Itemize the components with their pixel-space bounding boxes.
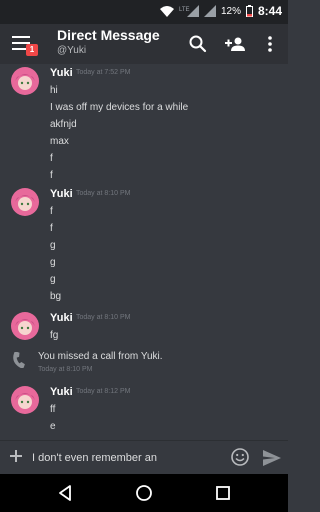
message-timestamp: Today at 8:10 PM: [76, 190, 131, 197]
message-author[interactable]: Yuki: [50, 386, 73, 398]
avatar-icon[interactable]: [11, 67, 39, 95]
back-icon[interactable]: [56, 484, 74, 502]
message-text: f: [50, 153, 53, 164]
svg-text:LTE: LTE: [179, 7, 190, 13]
add-user-icon[interactable]: [224, 32, 248, 56]
status-icons: LTE 12% 8:44: [159, 4, 282, 18]
message-text: f: [50, 170, 53, 181]
clock: 8:44: [257, 4, 282, 18]
avatar-icon[interactable]: [11, 188, 39, 216]
battery-percent: 12%: [220, 5, 241, 17]
signal-icon: [203, 5, 216, 17]
app-bar: 1 Direct Message @Yuki: [0, 24, 288, 64]
home-icon[interactable]: [135, 484, 153, 502]
message-list[interactable]: Yuki Today at 7:52 PM hi I was off my de…: [0, 64, 288, 440]
missed-call-text: You missed a call from Yuki.: [38, 351, 163, 362]
system-message-missed-call: You missed a call from Yuki. Today at 8:…: [0, 349, 288, 379]
message-timestamp: Today at 8:10 PM: [76, 314, 131, 321]
message-composer: [0, 440, 288, 474]
notification-badge: 1: [26, 44, 38, 56]
send-icon[interactable]: [262, 448, 282, 468]
status-bar: LTE 12% 8:44: [0, 0, 288, 24]
message-timestamp: Today at 7:52 PM: [76, 69, 131, 76]
system-nav-bar: [0, 474, 288, 512]
battery-icon: [245, 5, 253, 17]
message-text: g: [50, 240, 56, 251]
message-text: g: [50, 274, 56, 285]
message-text: fg: [50, 330, 59, 341]
message-text: hi: [50, 85, 58, 96]
message-author[interactable]: Yuki: [50, 188, 73, 200]
message-text: akfnjd: [50, 119, 77, 130]
message-author[interactable]: Yuki: [50, 312, 73, 324]
phone-icon: [13, 352, 25, 368]
page-title: Direct Message: [57, 27, 160, 43]
message-input[interactable]: [32, 448, 222, 468]
recents-icon[interactable]: [214, 484, 232, 502]
more-vertical-icon[interactable]: [258, 32, 282, 56]
message-text: I was off my devices for a while: [50, 102, 189, 113]
network-4g-icon: LTE: [179, 5, 199, 17]
avatar-icon[interactable]: [11, 312, 39, 340]
message-text: bg: [50, 291, 62, 302]
message-author[interactable]: Yuki: [50, 67, 73, 79]
message-timestamp: Today at 8:12 PM: [76, 388, 131, 395]
message-text: f: [50, 223, 53, 234]
page-subtitle: @Yuki: [57, 45, 87, 56]
emoji-icon[interactable]: [230, 447, 250, 467]
message-text: f: [50, 206, 53, 217]
wifi-icon: [159, 5, 174, 17]
message-text: g: [50, 257, 56, 268]
missed-call-timestamp: Today at 8:10 PM: [38, 366, 93, 373]
search-icon[interactable]: [186, 32, 210, 56]
message-text: max: [50, 136, 69, 147]
avatar-icon[interactable]: [11, 386, 39, 414]
message-text: e: [50, 421, 56, 432]
plus-icon[interactable]: [8, 448, 24, 464]
message-text: ff: [50, 404, 56, 415]
